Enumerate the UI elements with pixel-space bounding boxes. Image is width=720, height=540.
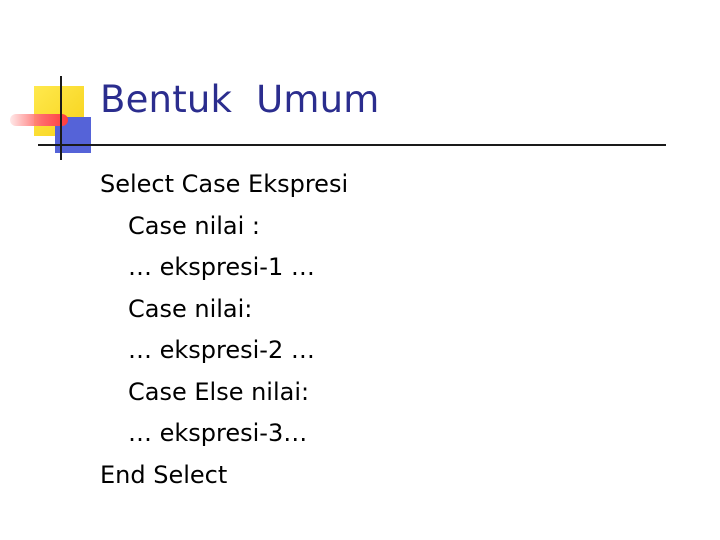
code-line: … ekspresi-1 …: [128, 253, 315, 281]
code-line: … ekspresi-3…: [128, 419, 308, 447]
title-underline: [38, 144, 666, 146]
code-line: Case nilai :: [128, 211, 260, 240]
code-block: Select Case Ekspresi Case nilai : … eksp…: [100, 164, 660, 496]
code-line: Case nilai:: [128, 294, 253, 323]
vertical-rule: [60, 76, 62, 160]
slide-title: Bentuk Umum: [100, 78, 380, 121]
code-line: End Select: [100, 460, 228, 489]
code-line: Select Case Ekspresi: [100, 170, 349, 198]
code-line: … ekspresi-2 …: [128, 336, 315, 364]
code-line: Case Else nilai:: [128, 377, 310, 406]
slide: Bentuk Umum Select Case Ekspresi Case ni…: [0, 0, 720, 540]
